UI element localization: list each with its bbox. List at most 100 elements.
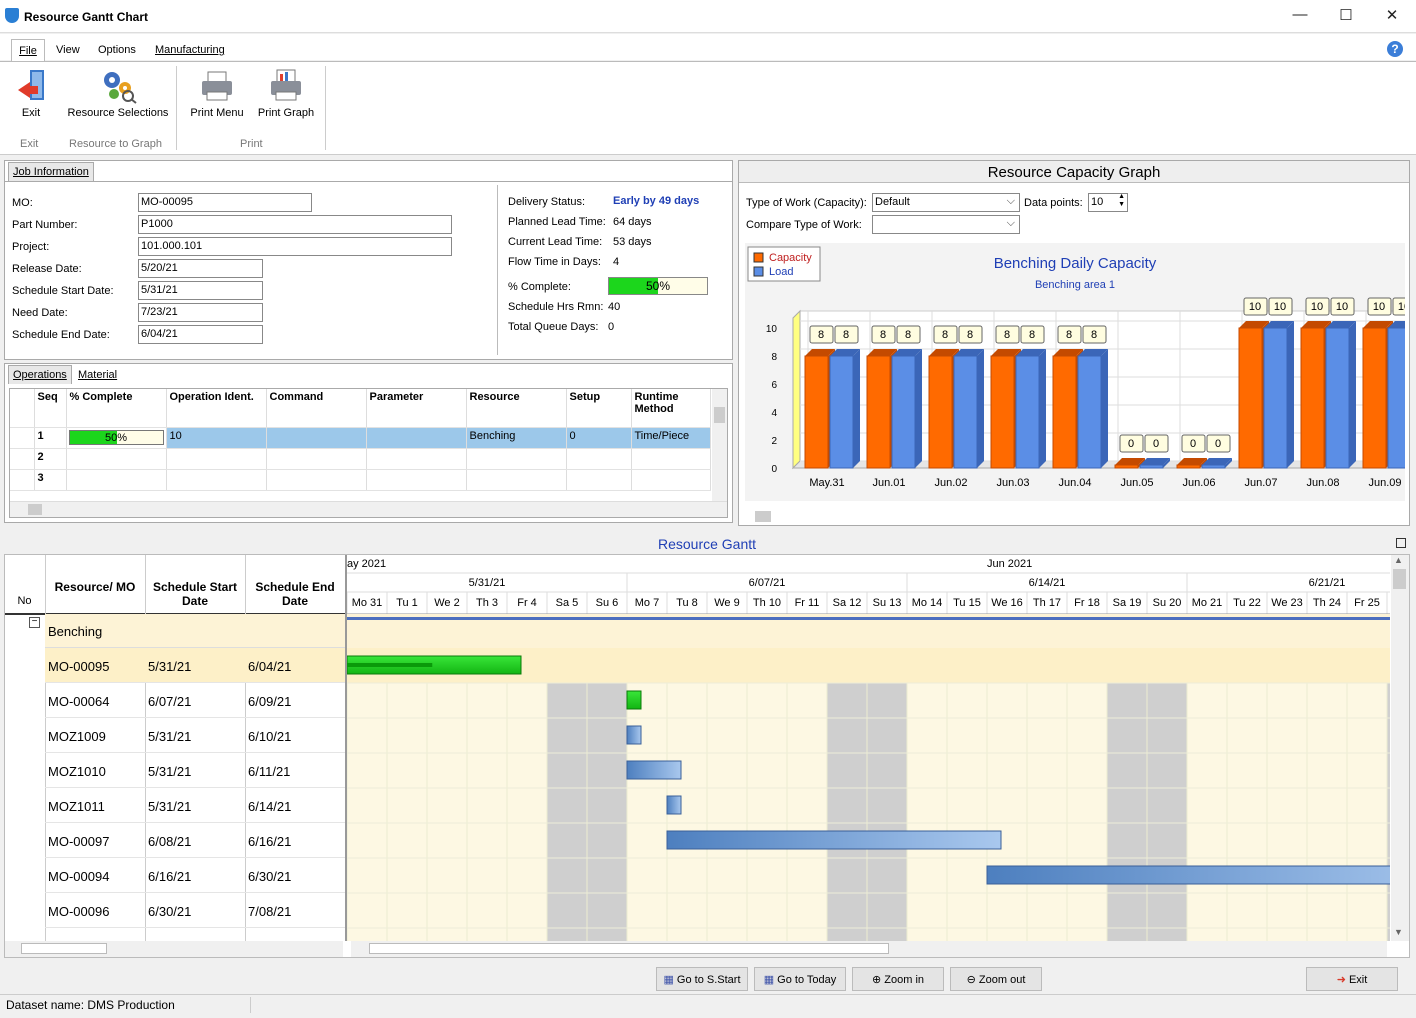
mo-cell: MO-00064 bbox=[48, 694, 110, 709]
data-points-spinner[interactable]: 10 ▲ ▼ bbox=[1088, 193, 1128, 212]
gantt-bar-progress bbox=[347, 663, 433, 667]
legend-label: Capacity bbox=[769, 252, 812, 264]
gantt-right-hscrollbar[interactable] bbox=[351, 941, 1387, 957]
flow-time-label: Flow Time in Days: bbox=[508, 256, 601, 268]
day-label: Sa 12 bbox=[833, 597, 862, 609]
gantt-bar[interactable] bbox=[666, 795, 682, 815]
x-tick-label: Jun.09 bbox=[1368, 477, 1401, 489]
mo-field[interactable]: MO-00095 bbox=[138, 193, 312, 212]
exit-ribbon-button[interactable]: Exit bbox=[10, 68, 52, 119]
menu-view[interactable]: View bbox=[56, 44, 80, 56]
zoom-in-button[interactable]: ⊕ Zoom in bbox=[852, 967, 944, 991]
table-row[interactable]: MOZ1010 5/31/21 6/11/21 bbox=[45, 753, 345, 788]
gantt-bar[interactable] bbox=[666, 830, 1002, 850]
end-date-field[interactable]: 6/04/21 bbox=[138, 325, 263, 344]
col-operation-ident[interactable]: Operation Ident. bbox=[166, 389, 267, 428]
end-date-label: Schedule End Date: bbox=[12, 329, 110, 341]
table-row[interactable]: MO-00064 6/07/21 6/09/21 bbox=[45, 683, 345, 718]
col-seq[interactable]: Seq bbox=[34, 389, 67, 428]
day-label: We 23 bbox=[1271, 597, 1303, 609]
exit-button[interactable]: ➜ Exit bbox=[1306, 967, 1398, 991]
ops-vertical-scrollbar[interactable] bbox=[712, 389, 727, 501]
gantt-bar[interactable] bbox=[986, 865, 1390, 885]
col-resource[interactable]: Resource bbox=[466, 389, 567, 428]
col-parameter[interactable]: Parameter bbox=[366, 389, 467, 428]
type-of-work-select[interactable]: Default ⌵ bbox=[872, 193, 1020, 212]
gantt-bar[interactable] bbox=[626, 690, 642, 710]
gantt-left-hscrollbar[interactable] bbox=[5, 941, 343, 957]
col-no: No bbox=[17, 595, 32, 607]
calendar-icon: ▦ bbox=[763, 974, 778, 986]
help-icon[interactable]: ? bbox=[1387, 41, 1403, 57]
mo-cell: MO-00097 bbox=[48, 834, 110, 849]
tab-material[interactable]: Material bbox=[74, 366, 121, 385]
data-label: 10 bbox=[1398, 301, 1405, 313]
table-row[interactable]: 2 bbox=[10, 448, 711, 470]
print-menu-button[interactable]: Print Menu bbox=[186, 68, 248, 119]
table-row[interactable]: MO-00094 6/16/21 6/30/21 bbox=[45, 858, 345, 893]
col-schedule-end[interactable]: Schedule End Date bbox=[245, 580, 345, 608]
week-label: 6/07/21 bbox=[749, 577, 786, 589]
current-lead-label: Current Lead Time: bbox=[508, 236, 603, 248]
col-pct-complete[interactable]: % Complete bbox=[66, 389, 167, 428]
col-command[interactable]: Command bbox=[266, 389, 367, 428]
table-row[interactable]: 3 bbox=[10, 469, 711, 491]
col-resource-mo[interactable]: Resource/ MO bbox=[45, 580, 145, 594]
data-label: 0 bbox=[1215, 438, 1221, 450]
compare-type-select[interactable]: ⌵ bbox=[872, 215, 1020, 234]
resource-selections-button[interactable]: Resource Selections bbox=[64, 68, 172, 119]
col-setup[interactable]: Setup bbox=[566, 389, 632, 428]
release-date-field[interactable]: 5/20/21 bbox=[138, 259, 263, 278]
collapse-icon[interactable]: − bbox=[29, 617, 40, 628]
capacity-panel: Resource Capacity Graph Type of Work (Ca… bbox=[738, 160, 1410, 526]
need-date-field[interactable]: 7/23/21 bbox=[138, 303, 263, 322]
flow-time-value: 4 bbox=[613, 256, 620, 268]
start-date-field[interactable]: 5/31/21 bbox=[138, 281, 263, 300]
runtime-cell: Time/Piece bbox=[631, 427, 711, 449]
table-row[interactable]: 1 50% 10 Benching 0 Time/Piece bbox=[10, 427, 711, 449]
table-row[interactable]: MO-00096 6/30/21 7/08/21 bbox=[45, 893, 345, 928]
table-row[interactable]: MOZ1009 5/31/21 6/10/21 bbox=[45, 718, 345, 753]
ops-horizontal-scrollbar[interactable] bbox=[10, 501, 727, 517]
tab-job-information[interactable]: Job Information bbox=[8, 162, 94, 181]
month-label: ay 2021 bbox=[347, 558, 386, 570]
chart-legend: Capacity Load bbox=[747, 246, 821, 282]
minimize-button[interactable]: — bbox=[1285, 6, 1315, 26]
seq-cell: 3 bbox=[34, 469, 67, 491]
gantt-panel: No Resource/ MO Schedule Start Date Sche… bbox=[4, 554, 1410, 958]
mo-cell: MOZ1009 bbox=[48, 729, 106, 744]
zoom-out-icon: ⊖ bbox=[966, 974, 979, 986]
day-label: Su 6 bbox=[596, 597, 619, 609]
project-field[interactable]: 101.000.101 bbox=[138, 237, 452, 256]
print-graph-button[interactable]: Print Graph bbox=[255, 68, 317, 119]
bar-load bbox=[829, 349, 860, 469]
tab-operations[interactable]: Operations bbox=[8, 365, 72, 384]
gantt-bar[interactable] bbox=[626, 760, 682, 780]
part-number-field[interactable]: P1000 bbox=[138, 215, 452, 234]
gantt-vertical-scrollbar[interactable]: ▲ ▼ bbox=[1391, 555, 1409, 941]
maximize-button[interactable]: ☐ bbox=[1331, 6, 1361, 26]
table-row[interactable]: MO-00095 5/31/21 6/04/21 bbox=[45, 648, 345, 683]
table-row[interactable]: MOZ1011 5/31/21 6/14/21 bbox=[45, 788, 345, 823]
gantt-maximize-icon[interactable] bbox=[1396, 538, 1406, 548]
start-cell: 6/08/21 bbox=[148, 834, 192, 849]
mo-cell: MOZ1011 bbox=[48, 799, 105, 814]
col-schedule-start[interactable]: Schedule Start Date bbox=[145, 580, 245, 608]
col-runtime-method[interactable]: Runtime Method bbox=[631, 389, 711, 428]
start-cell: 5/31/21 bbox=[148, 729, 192, 744]
go-to-today-button[interactable]: ▦ Go to Today bbox=[754, 967, 846, 991]
start-date-label: Schedule Start Date: bbox=[12, 285, 114, 297]
close-button[interactable]: ✕ bbox=[1377, 6, 1407, 26]
pct-complete-bar: 50% bbox=[608, 277, 708, 295]
gears-magnifier-icon bbox=[104, 72, 137, 104]
menu-manufacturing[interactable]: Manufacturing bbox=[155, 44, 225, 56]
menu-options[interactable]: Options bbox=[98, 44, 136, 56]
table-row[interactable]: MO-00097 6/08/21 6/16/21 bbox=[45, 823, 345, 858]
week-label: 6/14/21 bbox=[1029, 577, 1066, 589]
mo-cell: MO-00096 bbox=[48, 904, 110, 919]
menu-file[interactable]: File bbox=[11, 39, 45, 61]
go-to-start-button[interactable]: ▦ Go to S.Start bbox=[656, 967, 748, 991]
gantt-bar[interactable] bbox=[626, 725, 642, 745]
chart-scrollbar[interactable] bbox=[745, 509, 1405, 523]
zoom-out-button[interactable]: ⊖ Zoom out bbox=[950, 967, 1042, 991]
